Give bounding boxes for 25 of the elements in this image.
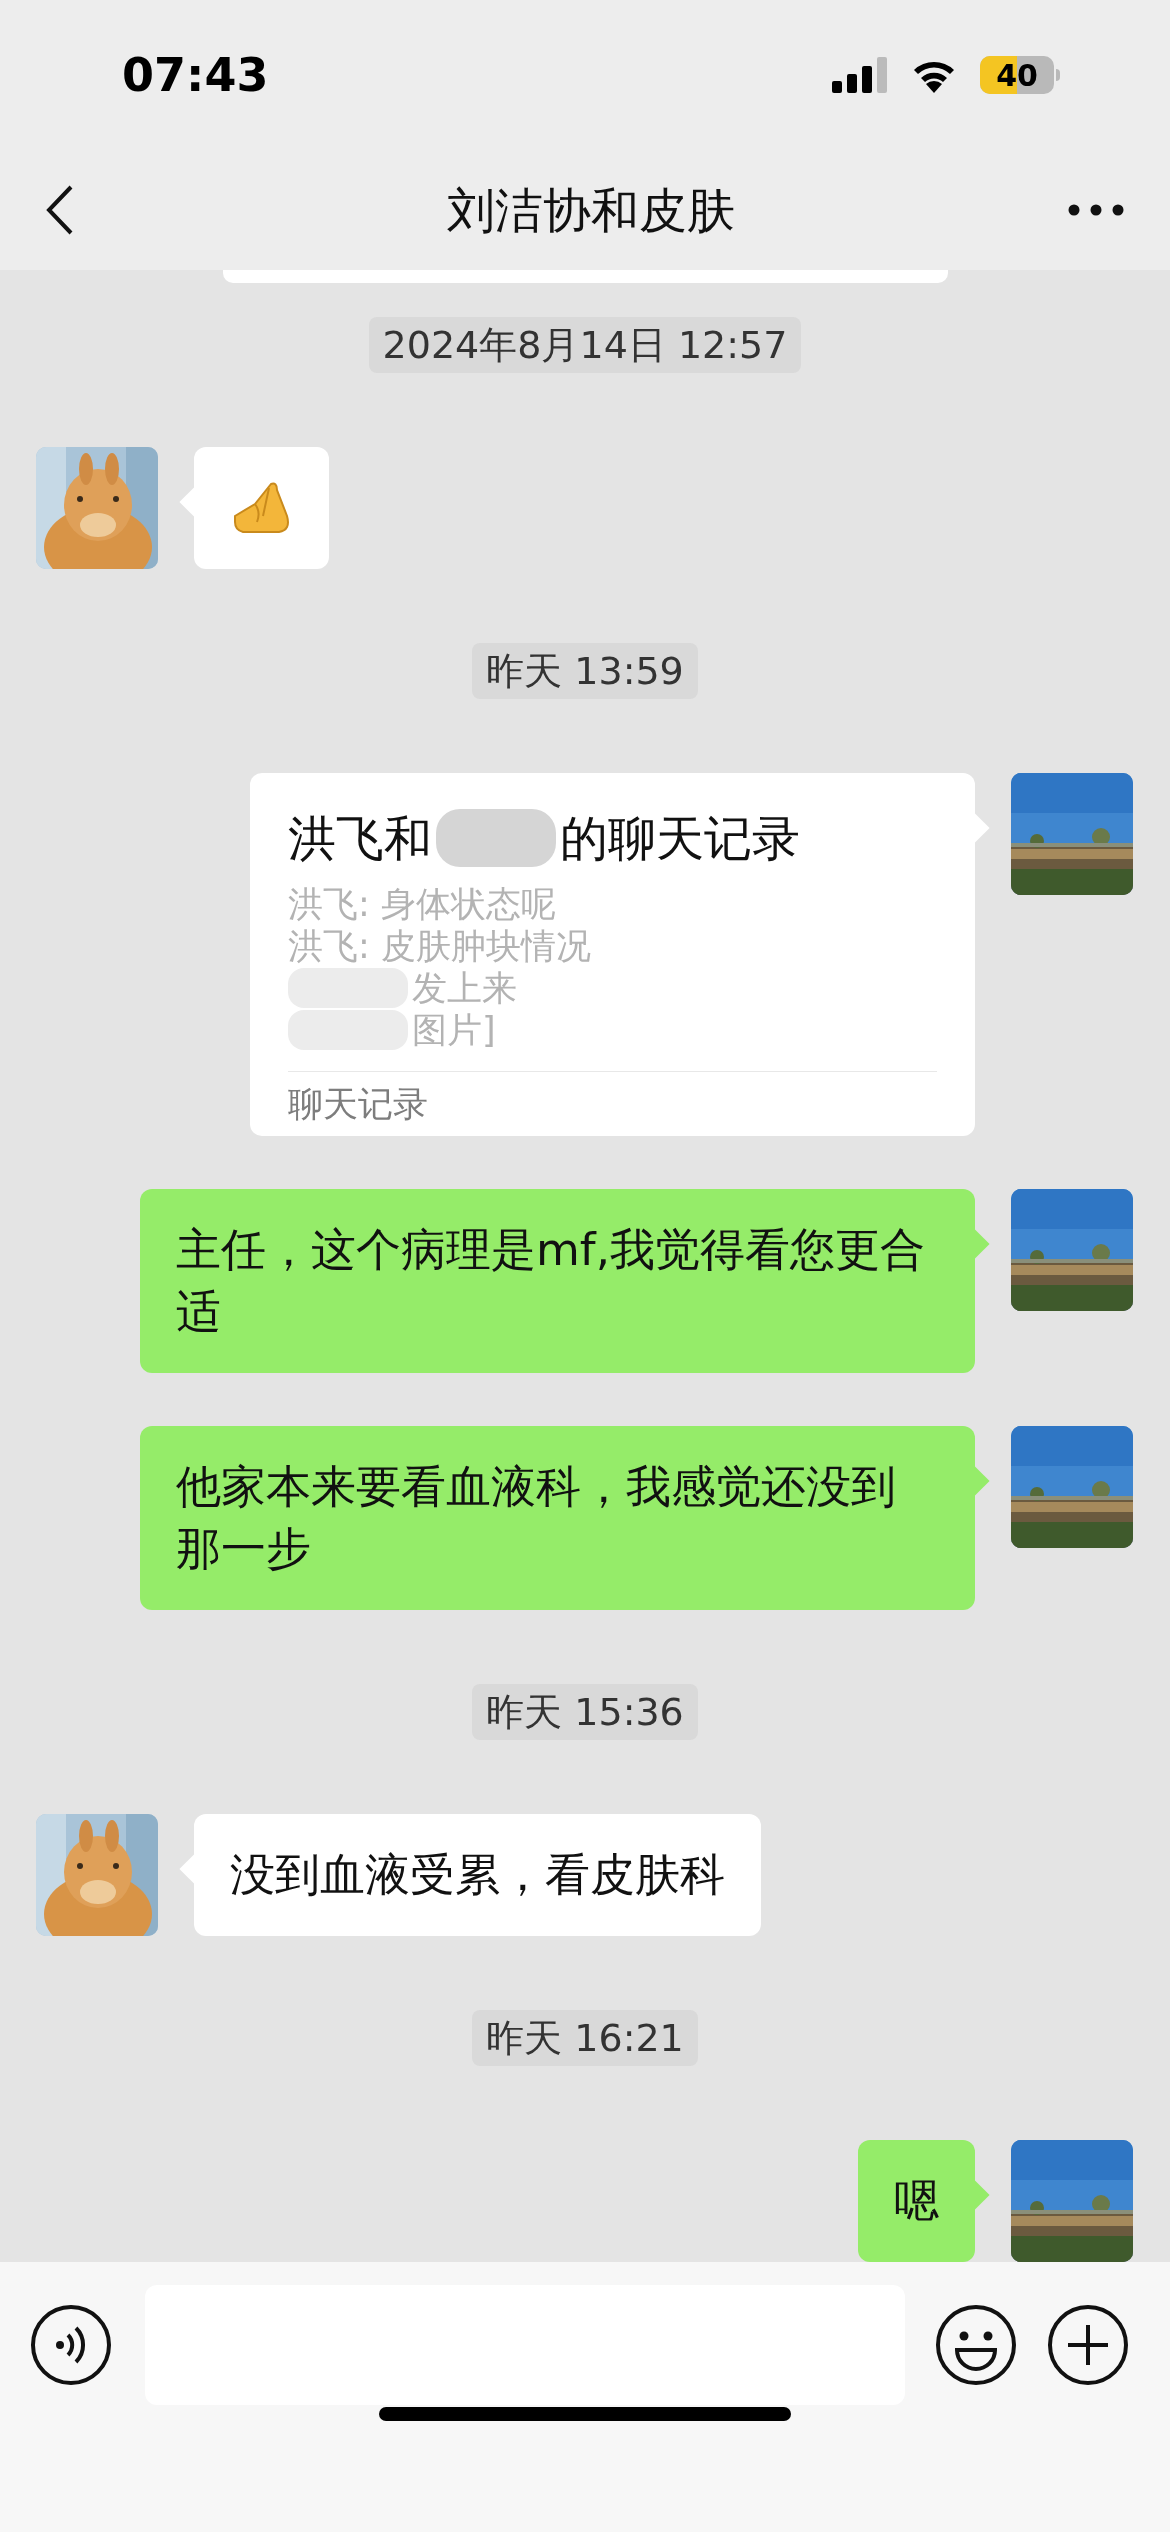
timestamp: 昨天 13:59: [472, 643, 698, 699]
timestamp: 2024年8月14日 12:57: [368, 317, 802, 373]
card-footer-label: 聊天记录: [288, 1083, 429, 1126]
message-text: 他家本来要看血液科，我感觉还没到那一步: [176, 1459, 897, 1577]
timestamp: 昨天 15:36: [472, 1684, 698, 1740]
record-line: 洪飞: 身体状态呢: [288, 882, 556, 926]
more-icon[interactable]: [1068, 204, 1124, 216]
message-text: 没到血液受累，看皮肤科: [230, 1847, 725, 1903]
voice-icon[interactable]: [30, 2303, 112, 2386]
chat-title: 刘洁协和皮肤: [447, 181, 735, 240]
card-title-text: 洪飞和: [288, 809, 432, 868]
record-line: 发上来: [412, 966, 517, 1010]
plus-icon[interactable]: [1047, 2303, 1129, 2386]
folded-hands-icon: [232, 482, 291, 534]
back-icon[interactable]: [46, 185, 74, 235]
record-line: 洪飞: 皮肤肿块情况: [288, 924, 591, 968]
card-title-text: 的聊天记录: [560, 809, 800, 868]
record-line: 图片]: [412, 1008, 496, 1052]
chat-record-card[interactable]: 洪飞和 的聊天记录 洪飞: 身体状态呢 洪飞: 皮肤肿块情况 发上来 图片] 聊天记录: [250, 773, 975, 1136]
message-text: 主任，这个病理是mf,我觉得看您更合适: [176, 1222, 926, 1340]
signal-icon: [832, 57, 888, 93]
timestamp: 昨天 16:21: [472, 2010, 698, 2066]
emoji-icon[interactable]: [935, 2303, 1017, 2386]
message-text: 嗯: [894, 2173, 939, 2229]
status-time: 07:43: [122, 46, 269, 104]
